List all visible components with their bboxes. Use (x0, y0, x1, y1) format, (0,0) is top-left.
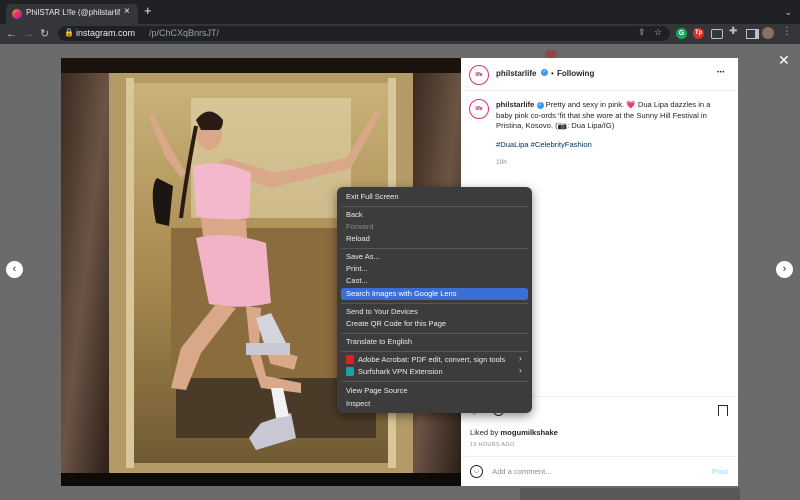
account-name[interactable]: philstarlife (496, 69, 536, 78)
menu-item-send-to-devices[interactable]: Send to Your Devices (346, 307, 418, 316)
tab-search-chevron-icon[interactable]: ⌄ (784, 7, 792, 18)
url-path: /p/ChCXqBnrsJT/ (149, 28, 220, 38)
hashtags[interactable]: #DuaLipa #CelebrityFashion (496, 140, 592, 149)
caption-user[interactable]: philstarlife (496, 100, 534, 109)
caption: philstarlife ✓ Pretty and sexy in pink. … (496, 100, 728, 132)
emoji-icon[interactable]: ◡ (470, 465, 483, 478)
post-comment-button[interactable]: Post (712, 467, 728, 476)
menu-item-save-as[interactable]: Save As... (346, 252, 380, 261)
menu-item-view-source[interactable]: View Page Source (346, 386, 408, 395)
side-panel-icon[interactable] (746, 29, 759, 39)
menu-item-cast[interactable]: Cast... (346, 276, 368, 285)
grammarly-extension-icon[interactable]: G (676, 28, 687, 39)
following-button[interactable]: Following (557, 69, 594, 78)
caption-age: 19h (496, 159, 507, 166)
bookmark-star-icon[interactable]: ☆ (654, 27, 662, 38)
menu-item-surfshark[interactable]: Surfshark VPN Extension (358, 367, 443, 376)
menu-item-exit-full-screen[interactable]: Exit Full Screen (346, 192, 399, 201)
menu-separator (341, 206, 528, 207)
url-host: instagram.com (76, 28, 136, 38)
browser-menu-icon[interactable]: ⋮ (782, 26, 792, 37)
more-options-icon[interactable]: ••• (717, 70, 725, 76)
submenu-arrow-icon: › (519, 354, 522, 363)
account-avatar[interactable]: life (469, 65, 489, 85)
liked-by: Liked by mogumilkshake (470, 428, 558, 437)
surfshark-icon (346, 367, 354, 376)
menu-separator (341, 303, 528, 304)
reload-icon[interactable]: ↻ (40, 27, 49, 41)
caption-verified-icon: ✓ (536, 101, 544, 109)
lock-icon: 🔒 (64, 28, 74, 37)
back-arrow-icon[interactable]: ← (6, 27, 17, 41)
menu-item-print[interactable]: Print... (346, 264, 368, 273)
menu-separator (341, 333, 528, 334)
forward-arrow-icon[interactable]: → (23, 27, 34, 41)
save-bookmark-icon[interactable] (718, 405, 728, 416)
menu-item-forward: Forward (346, 222, 374, 231)
instagram-favicon-icon (12, 9, 22, 19)
address-bar[interactable]: 🔒 instagram.com /p/ChCXqBnrsJT/ ⇪ ☆ (58, 26, 670, 41)
menu-item-adobe-acrobat[interactable]: Adobe Acrobat: PDF edit, convert, sign t… (358, 355, 505, 364)
menu-item-back[interactable]: Back (346, 210, 363, 219)
tab-close-icon[interactable]: × (124, 6, 130, 17)
screen-capture-extension-icon[interactable] (711, 29, 723, 39)
header-divider (461, 90, 738, 91)
tp-extension-icon[interactable]: Tp (693, 28, 704, 39)
comment-input[interactable]: Add a comment... (492, 467, 552, 476)
tab-title: PhilSTAR L!fe (@philstarlife) • (26, 8, 120, 17)
menu-item-qr-code[interactable]: Create QR Code for this Page (346, 319, 446, 328)
liked-by-prefix: Liked by (470, 428, 499, 437)
submenu-arrow-icon: › (519, 366, 522, 375)
share-icon[interactable]: ⇪ (638, 27, 646, 38)
modal-close-icon[interactable]: ✕ (778, 52, 790, 69)
menu-separator (341, 381, 528, 382)
browser-tab-bar: PhilSTAR L!fe (@philstarlife) • × + ⌄ (0, 0, 800, 24)
profile-avatar[interactable] (762, 27, 774, 39)
extensions-puzzle-icon[interactable]: ✚ (729, 26, 737, 37)
comment-divider (461, 456, 738, 457)
notification-badge (545, 50, 557, 58)
menu-item-translate[interactable]: Translate to English (346, 337, 412, 346)
liked-by-user[interactable]: mogumilkshake (500, 428, 557, 437)
menu-item-google-lens[interactable]: Search Images with Google Lens (346, 289, 456, 298)
previous-post-chevron-icon[interactable]: ‹ (6, 261, 23, 278)
menu-separator (341, 248, 528, 249)
background-thumbnail (520, 488, 740, 500)
new-tab-button[interactable]: + (144, 4, 152, 18)
verified-badge-icon: ✓ (541, 69, 548, 76)
follow-separator: • (551, 69, 554, 78)
menu-item-reload[interactable]: Reload (346, 234, 370, 243)
menu-separator (341, 351, 528, 352)
context-menu: Exit Full Screen Back Forward Reload Sav… (337, 187, 532, 413)
menu-item-inspect[interactable]: Inspect (346, 399, 370, 408)
browser-tab[interactable]: PhilSTAR L!fe (@philstarlife) • × (6, 4, 138, 24)
next-post-chevron-icon[interactable]: › (776, 261, 793, 278)
caption-avatar[interactable]: life (469, 99, 489, 119)
adobe-acrobat-icon (346, 355, 354, 364)
post-age: 19 HOURS AGO (470, 442, 515, 448)
